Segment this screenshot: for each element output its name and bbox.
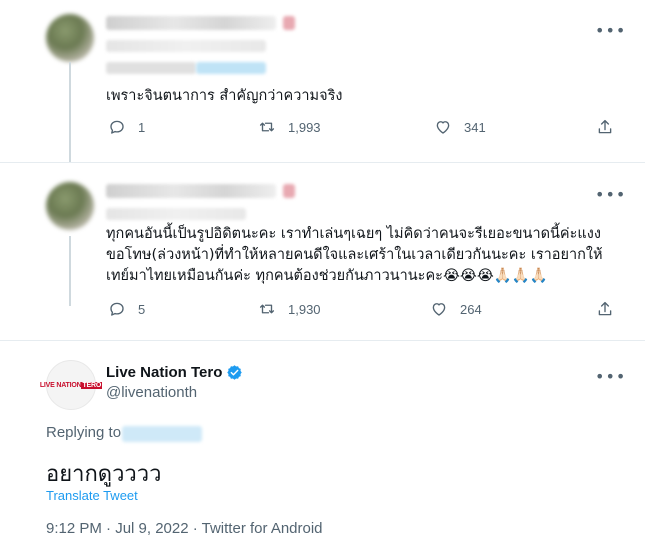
blurred-handle-2	[106, 62, 196, 74]
more-options-button[interactable]: •••	[595, 23, 626, 39]
retweet-action[interactable]: 1,930	[258, 300, 321, 318]
heart-icon	[432, 303, 446, 316]
reply-count: 5	[138, 301, 146, 317]
avatar[interactable]: LIVE NATIONTERO	[40, 360, 103, 410]
divider	[0, 340, 645, 341]
avatar[interactable]	[46, 182, 94, 230]
reply-icon	[110, 120, 124, 134]
reply-action[interactable]: 5	[108, 300, 145, 318]
share-icon	[598, 119, 612, 134]
retweet-icon	[259, 304, 275, 314]
like-action[interactable]: 264	[430, 300, 482, 318]
blurred-name	[106, 184, 276, 198]
tweet-text: เพราะจินตนาการ สำคัญกว่าความจริง	[106, 88, 343, 104]
tweet-text: ทุกคนอันนี้เป็นรูปอิดิตนะคะ เราทำเล่นๆเฉ…	[106, 226, 603, 284]
translate-tweet-link[interactable]: Translate Tweet	[46, 488, 138, 503]
tweet-thread: ••• เพราะจินตนาการ สำคัญกว่าความจริง 1 1…	[0, 0, 645, 558]
user-handle[interactable]: @livenationth	[106, 384, 197, 401]
verified-badge-icon	[227, 365, 243, 380]
retweet-count: 1,930	[288, 301, 321, 317]
retweet-count: 1,993	[288, 119, 321, 135]
blurred-reply-handle	[122, 426, 202, 442]
thread-connector	[69, 62, 71, 162]
blurred-handle	[106, 40, 266, 52]
blurred-name-accent	[283, 184, 295, 198]
blurred-name	[106, 16, 276, 30]
divider	[0, 162, 645, 163]
share-action[interactable]	[596, 118, 626, 136]
more-options-button[interactable]: •••	[595, 187, 626, 203]
reply-count: 1	[138, 119, 146, 135]
share-icon	[598, 301, 612, 316]
like-count: 341	[464, 119, 486, 135]
blurred-name-accent	[283, 16, 295, 30]
thread-connector	[69, 236, 71, 306]
share-action[interactable]	[596, 300, 626, 318]
replying-to-label: Replying to	[46, 424, 122, 441]
tweet-timestamp[interactable]: 9:12 PM · Jul 9, 2022 · Twitter for Andr…	[46, 520, 323, 537]
reply-icon	[110, 302, 124, 316]
like-action[interactable]: 341	[434, 118, 486, 136]
retweet-icon	[259, 122, 275, 132]
more-options-button[interactable]: •••	[595, 369, 626, 385]
blurred-handle-link	[196, 62, 266, 74]
display-name[interactable]: Live Nation Tero	[106, 364, 243, 381]
reply-action[interactable]: 1	[108, 118, 145, 136]
live-nation-logo: LIVE NATIONTERO	[39, 381, 103, 389]
retweet-action[interactable]: 1,993	[258, 118, 321, 136]
blurred-handle	[106, 208, 246, 220]
tweet-text: อยากดูวววว	[46, 462, 162, 487]
avatar[interactable]	[46, 14, 94, 62]
like-count: 264	[460, 301, 482, 317]
heart-icon	[436, 121, 450, 134]
